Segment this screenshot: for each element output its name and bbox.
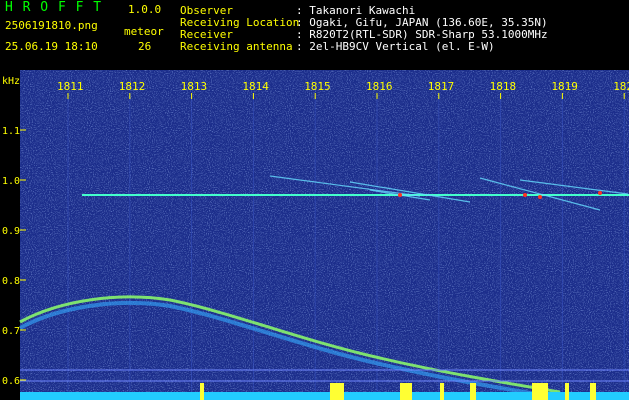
- burst-mark: [470, 383, 476, 400]
- echo-peak: [538, 195, 542, 199]
- burst-mark: [440, 383, 444, 400]
- x-tick-label: 1818: [490, 80, 516, 93]
- echo-peak: [598, 191, 602, 195]
- x-tick-label: 1812: [119, 80, 146, 93]
- y-tick-label: 0.6: [2, 376, 20, 387]
- burst-mark: [565, 383, 569, 400]
- burst-mark: [400, 383, 412, 400]
- x-tick-label: 1819: [551, 80, 578, 93]
- x-tick-label: 1816: [366, 80, 393, 93]
- x-tick-label: 1820: [613, 80, 629, 93]
- x-tick-label: 1817: [428, 80, 455, 93]
- y-tick-label: 1.1: [2, 126, 20, 137]
- burst-mark: [532, 383, 548, 400]
- burst-mark: [590, 383, 596, 400]
- echo-peak: [398, 193, 402, 197]
- hrofft-window: H R O F F T 1.0.0 2506191810.png meteor …: [0, 0, 629, 400]
- y-tick-label: 1.0: [2, 176, 20, 187]
- x-tick-label: 1813: [181, 80, 208, 93]
- y-tick-label: 0.8: [2, 276, 20, 287]
- spectrogram: kHz 1.1 1.0 0.9 0.8 0.7 0.6 1811 1812 1813 1814 18…: [2, 70, 629, 400]
- burst-mark: [330, 383, 344, 400]
- x-tick-label: 1814: [242, 80, 269, 93]
- y-tick-label: 0.7: [2, 326, 20, 337]
- echo-peak: [523, 193, 527, 197]
- y-unit-label: kHz: [2, 76, 20, 87]
- x-tick-label: 1811: [57, 80, 84, 93]
- burst-mark: [200, 383, 204, 400]
- x-tick-label: 1815: [304, 80, 331, 93]
- y-tick-label: 0.9: [2, 226, 20, 237]
